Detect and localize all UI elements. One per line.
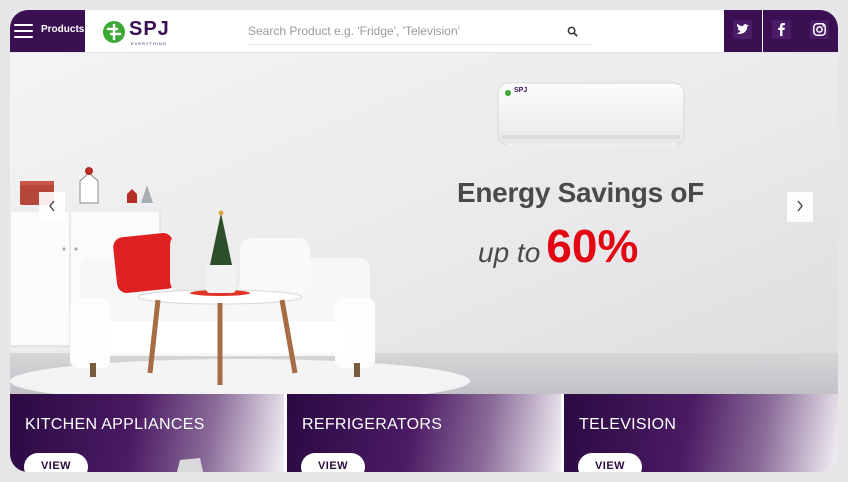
logo-text: SPJ bbox=[129, 18, 170, 40]
instagram-icon bbox=[810, 20, 829, 39]
logo-mark-icon bbox=[103, 21, 125, 43]
category-title: TELEVISION bbox=[579, 416, 677, 433]
hero-banner[interactable]: SPJ Energy Savings oF up to 60% bbox=[10, 53, 838, 394]
twitter-icon bbox=[733, 20, 752, 39]
hero-headline-percent: 60% bbox=[546, 220, 639, 272]
site-header: Products SPJ EVERYTHING bbox=[10, 10, 838, 53]
instagram-button[interactable] bbox=[801, 10, 838, 52]
category-tile-refrigerators[interactable]: REFRIGERATORS VIEW bbox=[287, 394, 561, 472]
hero-headline-line1: Energy Savings oF bbox=[457, 177, 704, 208]
spj-logo[interactable]: SPJ EVERYTHING bbox=[101, 17, 181, 47]
search-input[interactable] bbox=[248, 20, 548, 42]
hamburger-icon bbox=[14, 24, 33, 38]
carousel-prev-button[interactable] bbox=[39, 192, 65, 222]
products-menu-button[interactable]: Products bbox=[10, 10, 85, 52]
kitchen-appliance-image bbox=[177, 458, 204, 472]
category-tile-television[interactable]: TELEVISION VIEW bbox=[564, 394, 838, 472]
category-tiles: KITCHEN APPLIANCES VIEW REFRIGERATORS VI… bbox=[10, 394, 838, 472]
category-title: REFRIGERATORS bbox=[302, 416, 443, 433]
ac-brand-label: SPJ bbox=[514, 87, 528, 94]
chevron-right-icon bbox=[797, 200, 803, 211]
category-title: KITCHEN APPLIANCES bbox=[25, 416, 205, 433]
products-menu-label: Products bbox=[41, 24, 85, 35]
hero-headline-line2: up to 60% bbox=[478, 219, 638, 273]
search-bar bbox=[248, 20, 592, 45]
hero-living-room-image bbox=[10, 53, 838, 394]
logo-tagline: EVERYTHING bbox=[131, 41, 167, 46]
search-icon[interactable] bbox=[567, 26, 578, 37]
hero-headline-prefix: up to bbox=[478, 237, 541, 268]
facebook-button[interactable] bbox=[763, 10, 801, 52]
view-button[interactable]: VIEW bbox=[578, 453, 642, 472]
facebook-icon bbox=[772, 20, 791, 39]
view-button[interactable]: VIEW bbox=[24, 453, 88, 472]
carousel-next-button[interactable] bbox=[787, 192, 813, 222]
view-button[interactable]: VIEW bbox=[301, 453, 365, 472]
browser-viewport: Products SPJ EVERYTHING Search Product e… bbox=[10, 10, 838, 472]
chevron-left-icon bbox=[49, 200, 55, 211]
twitter-button[interactable] bbox=[724, 10, 762, 52]
category-tile-kitchen-appliances[interactable]: KITCHEN APPLIANCES VIEW bbox=[10, 394, 284, 472]
